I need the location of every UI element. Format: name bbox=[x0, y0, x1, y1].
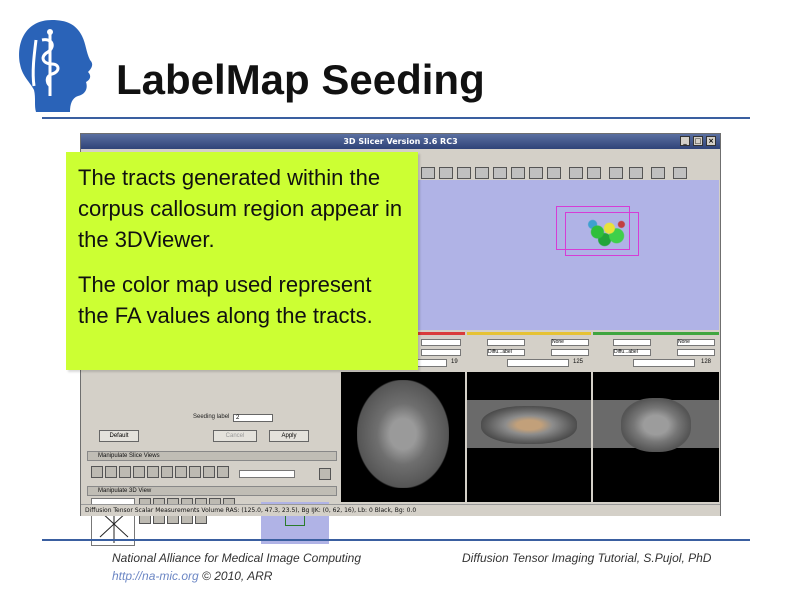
title-divider bbox=[42, 117, 750, 119]
slice-control-icon[interactable] bbox=[161, 466, 173, 478]
toolbar-button[interactable] bbox=[609, 167, 623, 179]
green-slice-number: 128 bbox=[701, 359, 712, 365]
slice-control-icon[interactable] bbox=[203, 466, 215, 478]
yellow-lb-dropdown[interactable]: Diffu...abel bbox=[487, 349, 525, 356]
green-fg-dropdown[interactable] bbox=[613, 339, 651, 346]
apply-button[interactable]: Apply bbox=[269, 430, 309, 442]
toolbar-button[interactable] bbox=[547, 167, 561, 179]
toolbar-button[interactable] bbox=[493, 167, 507, 179]
yellow-slice-controller: None Diffu...abel 125 bbox=[467, 332, 591, 372]
slice-control-icon[interactable] bbox=[175, 466, 187, 478]
yellow-slice-slider[interactable] bbox=[507, 359, 569, 367]
red-lb-dropdown[interactable] bbox=[421, 349, 461, 356]
pin-button[interactable] bbox=[651, 167, 665, 179]
red-fg-dropdown[interactable] bbox=[421, 339, 461, 346]
green-bg-dropdown[interactable]: None bbox=[677, 339, 715, 346]
slice-fade-slider[interactable] bbox=[239, 470, 295, 478]
callout-paragraph-1: The tracts generated within the corpus c… bbox=[78, 165, 403, 252]
fiber-tracts bbox=[583, 213, 631, 251]
slice-views-section-header[interactable]: Manipulate Slice Views bbox=[87, 451, 337, 461]
toolbar-button[interactable] bbox=[511, 167, 525, 179]
undo-button[interactable] bbox=[569, 167, 583, 179]
slice-control-icon[interactable] bbox=[133, 466, 145, 478]
toolbar-button[interactable] bbox=[439, 167, 453, 179]
yellow-extra-dropdown[interactable] bbox=[551, 349, 589, 356]
slice-control-icon[interactable] bbox=[91, 466, 103, 478]
seeding-label-input[interactable]: 2 bbox=[233, 414, 273, 422]
green-slice-view[interactable] bbox=[593, 372, 719, 502]
axial-brain-slice bbox=[357, 380, 449, 488]
footer-link-line: http://na-mic.org © 2010, ARR bbox=[112, 569, 272, 583]
status-bar: Diffusion Tensor Scalar Measurements Vol… bbox=[81, 504, 720, 516]
footer-link[interactable]: http://na-mic.org bbox=[112, 569, 199, 583]
window-titlebar: 3D Slicer Version 3.6 RC3 _ □ × bbox=[81, 134, 720, 149]
red-slice-view[interactable] bbox=[341, 372, 465, 502]
namic-head-caduceus-icon bbox=[19, 20, 93, 112]
close-button[interactable]: × bbox=[706, 136, 716, 146]
toolbar-button[interactable] bbox=[475, 167, 489, 179]
cancel-button[interactable]: Cancel bbox=[213, 430, 257, 442]
default-button[interactable]: Default bbox=[99, 430, 139, 442]
seeding-label: Seeding label bbox=[193, 414, 230, 420]
red-slice-number: 19 bbox=[451, 359, 458, 365]
minimize-button[interactable]: _ bbox=[680, 136, 690, 146]
green-lb-dropdown[interactable]: Diffu...abel bbox=[613, 349, 651, 356]
callout-box: The tracts generated within the corpus c… bbox=[66, 152, 418, 370]
slice-control-icon[interactable] bbox=[217, 466, 229, 478]
footer-tutorial-credit: Diffusion Tensor Imaging Tutorial, S.Puj… bbox=[462, 551, 712, 565]
window-title: 3D Slicer Version 3.6 RC3 bbox=[343, 137, 458, 146]
slice-control-icon[interactable] bbox=[189, 466, 201, 478]
callout-paragraph-2: The color map used represent the FA valu… bbox=[78, 272, 373, 328]
yellow-slice-number: 125 bbox=[573, 359, 584, 365]
toolbar-button[interactable] bbox=[457, 167, 471, 179]
green-extra-dropdown[interactable] bbox=[677, 349, 715, 356]
yellow-slice-view[interactable] bbox=[467, 372, 591, 502]
green-slice-slider[interactable] bbox=[633, 359, 695, 367]
redo-button[interactable] bbox=[587, 167, 601, 179]
green-slice-bar bbox=[593, 332, 719, 335]
slice-options-icon[interactable] bbox=[319, 468, 331, 480]
green-slice-controller: None Diffu...abel 128 bbox=[593, 332, 719, 372]
yellow-fg-dropdown[interactable] bbox=[487, 339, 525, 346]
mouse-mode-button[interactable] bbox=[629, 167, 643, 179]
slice-control-icon[interactable] bbox=[105, 466, 117, 478]
layout-button[interactable] bbox=[673, 167, 687, 179]
coronal-brain-slice bbox=[621, 398, 691, 452]
slice-control-icon[interactable] bbox=[147, 466, 159, 478]
yellow-slice-bar bbox=[467, 332, 591, 335]
footer-org: National Alliance for Medical Image Comp… bbox=[112, 551, 362, 565]
sagittal-brain-slice bbox=[481, 406, 577, 444]
3d-viewer[interactable] bbox=[417, 180, 719, 330]
yellow-bg-dropdown[interactable]: None bbox=[551, 339, 589, 346]
namic-logo bbox=[12, 16, 98, 114]
toolbar-button[interactable] bbox=[529, 167, 543, 179]
slice-view-controls bbox=[91, 466, 229, 478]
toolbar-button[interactable] bbox=[421, 167, 435, 179]
footer-copyright: © 2010, ARR bbox=[202, 569, 273, 583]
slice-control-icon[interactable] bbox=[119, 466, 131, 478]
slide-title: LabelMap Seeding bbox=[116, 56, 485, 103]
3d-view-section-header[interactable]: Manipulate 3D View bbox=[87, 486, 337, 496]
panel-separator bbox=[87, 406, 337, 408]
maximize-button[interactable]: □ bbox=[693, 136, 703, 146]
footer-divider bbox=[42, 539, 750, 541]
